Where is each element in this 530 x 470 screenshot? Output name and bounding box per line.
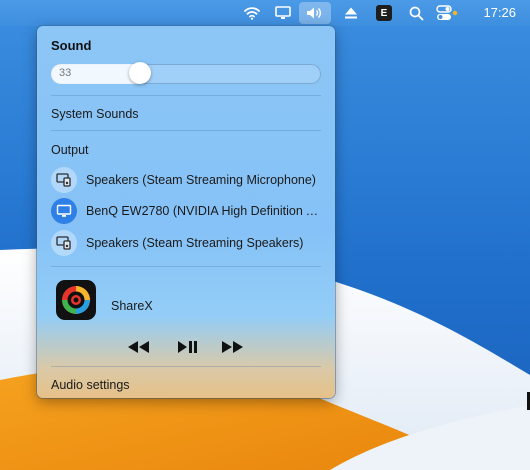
rewind-icon[interactable]	[126, 338, 152, 356]
panel-title: Sound	[51, 38, 92, 53]
audio-settings-link[interactable]: Audio settings	[51, 378, 130, 392]
e-badge: E	[376, 5, 392, 21]
e-app-icon[interactable]: E	[373, 2, 395, 24]
divider	[51, 130, 321, 131]
sharex-app-icon	[56, 280, 96, 320]
menu-bar: E 17:26	[0, 0, 530, 26]
output-header: Output	[51, 143, 89, 157]
output-device-steam-speakers[interactable]: Speakers (Steam Streaming Speakers)	[51, 230, 331, 256]
eject-icon[interactable]	[340, 2, 362, 24]
volume-value: 33	[59, 67, 72, 79]
volume-slider-knob[interactable]	[129, 62, 151, 84]
output-device-label: Speakers (Steam Streaming Speakers)	[86, 236, 304, 250]
sound-panel: Sound 33 System Sounds Output Speakers (…	[37, 26, 335, 398]
output-device-steam-microphone[interactable]: Speakers (Steam Streaming Microphone)	[51, 167, 331, 193]
wifi-icon[interactable]	[241, 2, 263, 24]
system-sounds-item[interactable]: System Sounds	[51, 107, 139, 121]
speaker-icon	[51, 230, 77, 256]
divider	[51, 366, 321, 367]
volume-icon[interactable]	[299, 2, 331, 24]
fast-forward-icon[interactable]	[219, 338, 245, 356]
volume-slider[interactable]: 33	[51, 62, 321, 84]
clock[interactable]: 17:26	[483, 5, 516, 20]
output-device-label: Speakers (Steam Streaming Microphone)	[86, 173, 316, 187]
display-icon[interactable]	[272, 2, 294, 24]
play-pause-icon[interactable]	[175, 338, 201, 356]
search-icon[interactable]	[405, 2, 427, 24]
monitor-icon	[51, 198, 77, 224]
output-device-benq[interactable]: BenQ EW2780 (NVIDIA High Definition Audi…	[51, 198, 331, 224]
now-playing-app: ShareX	[111, 299, 153, 313]
control-center-icon[interactable]	[436, 2, 458, 24]
divider	[51, 95, 321, 96]
divider	[51, 266, 321, 267]
output-device-label: BenQ EW2780 (NVIDIA High Definition Audi…	[86, 204, 326, 218]
speaker-icon	[51, 167, 77, 193]
